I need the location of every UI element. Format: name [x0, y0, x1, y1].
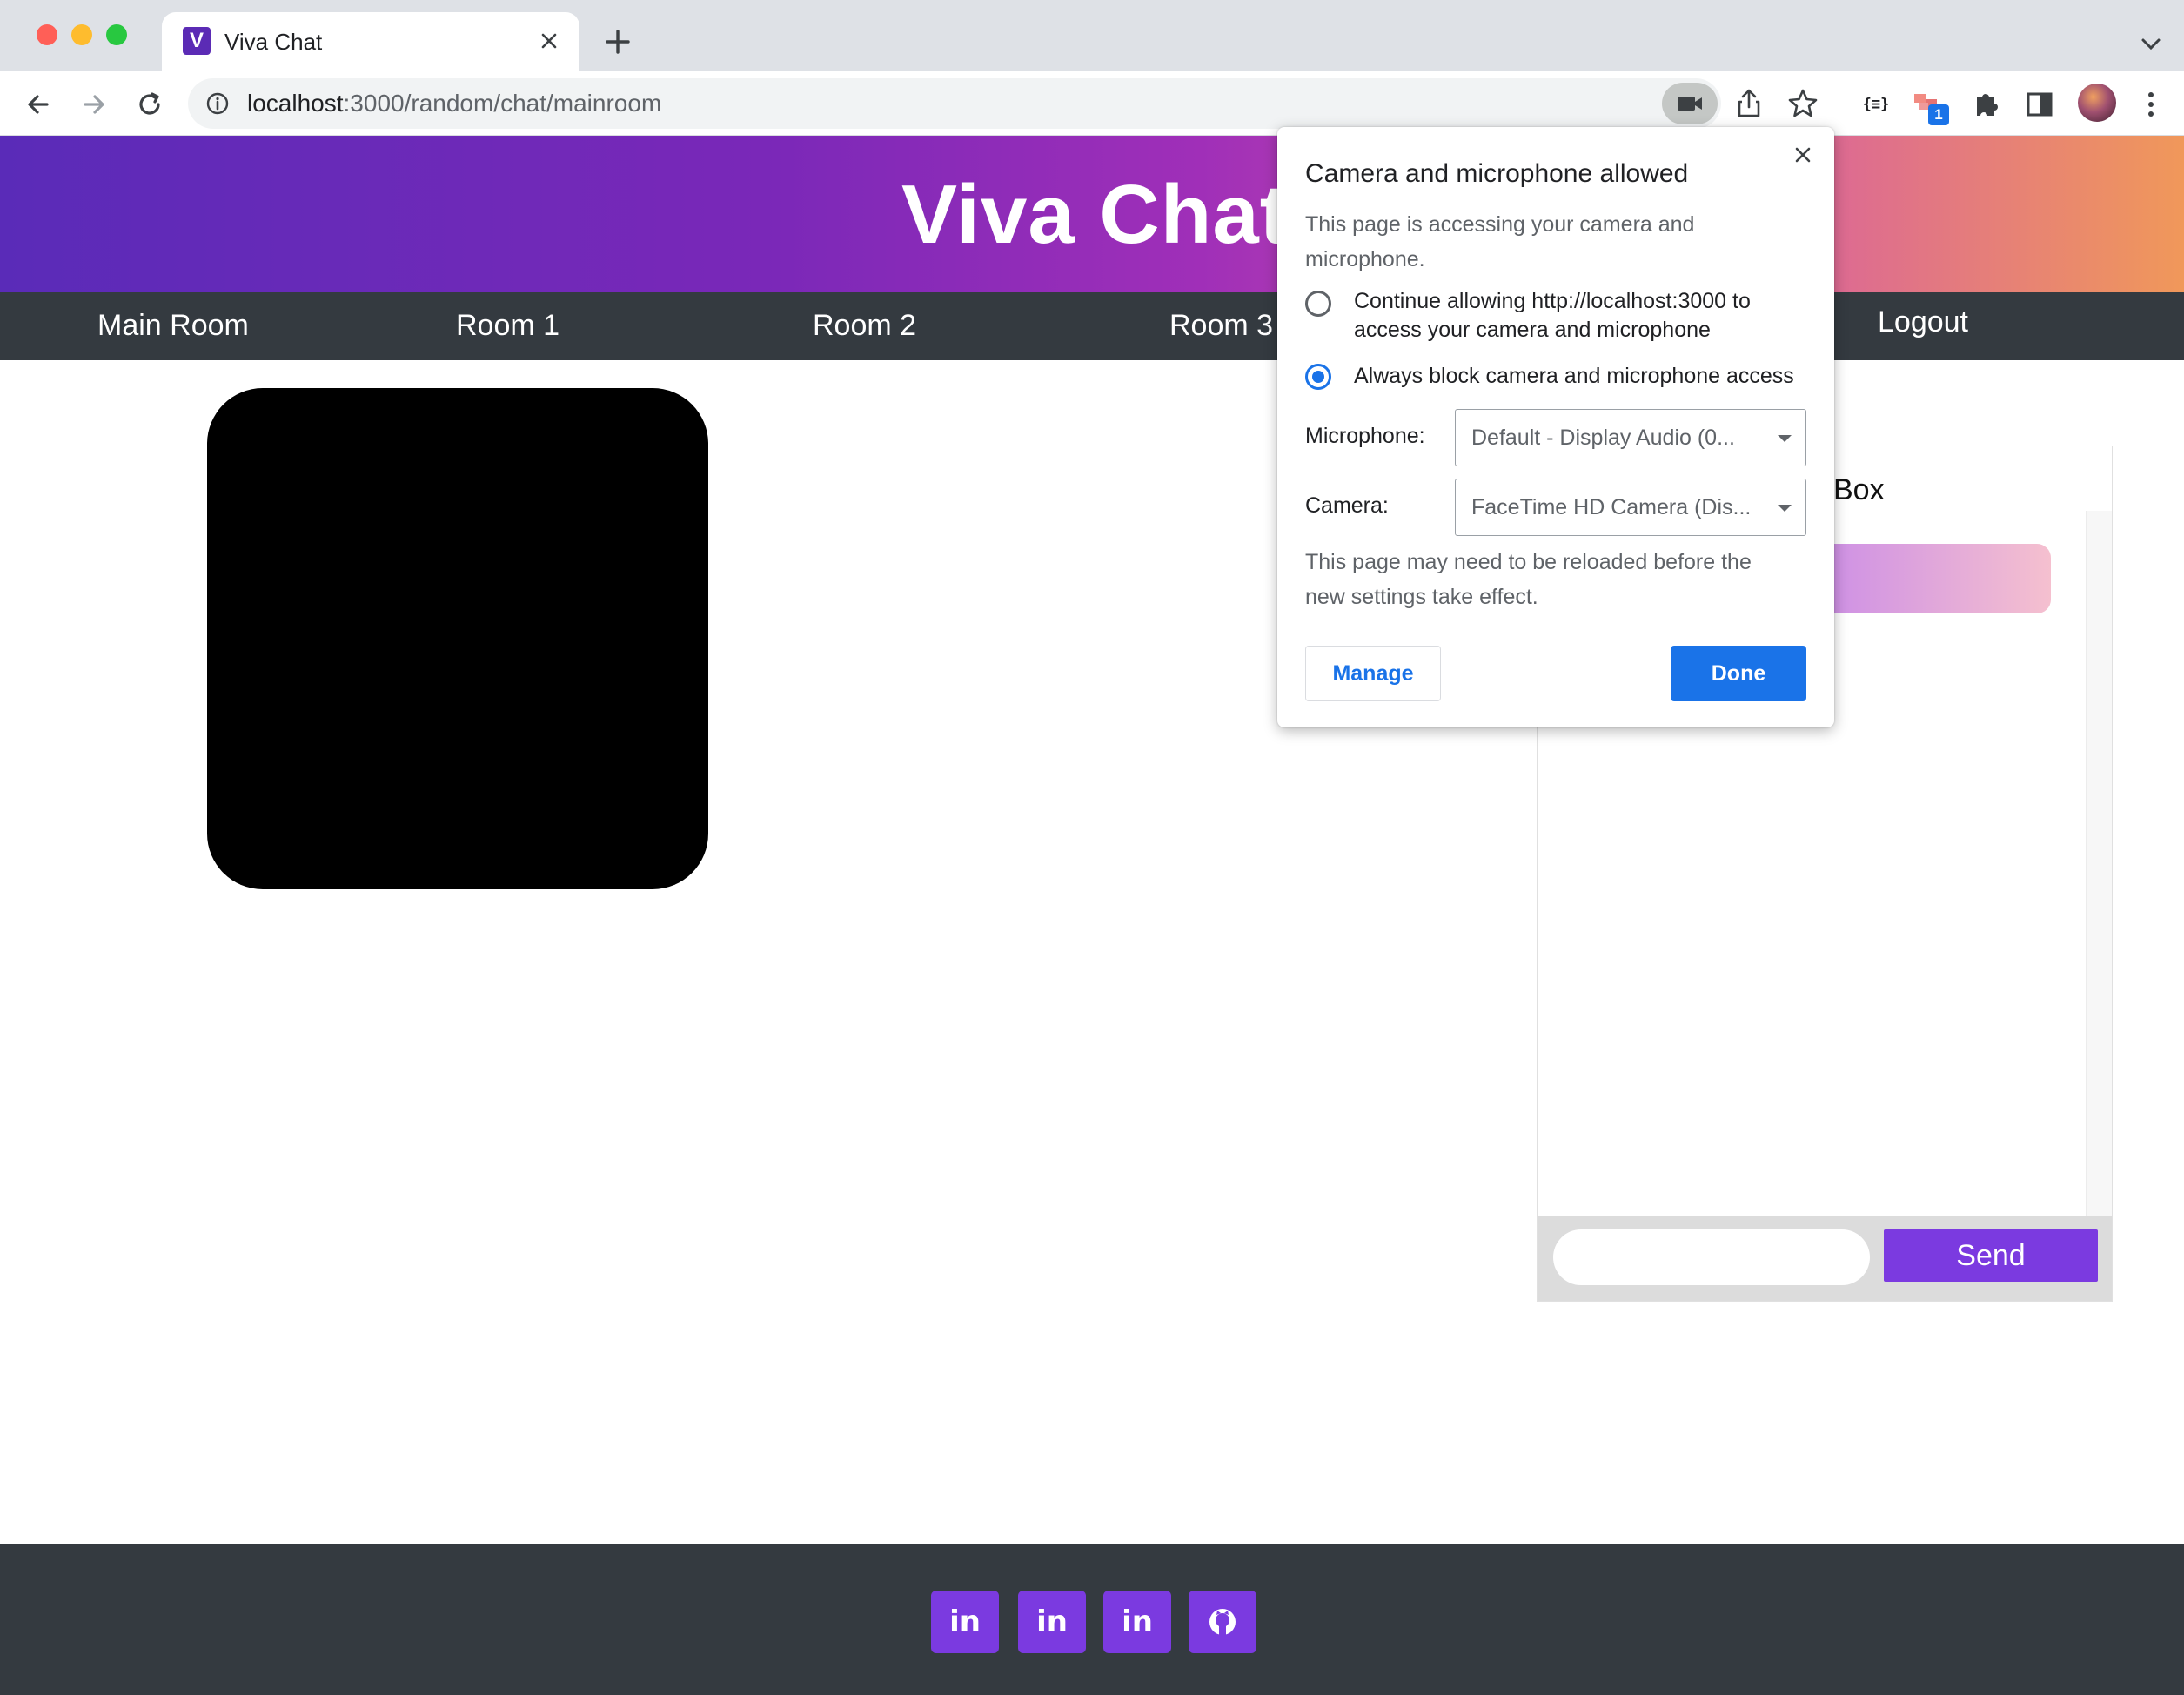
camera-select[interactable]: FaceTime HD Camera (Dis...	[1455, 479, 1806, 536]
close-window-button[interactable]	[37, 24, 57, 45]
favicon-icon: V	[183, 27, 211, 55]
chat-footer: Send	[1538, 1216, 2112, 1301]
site-footer: in in in	[0, 1544, 2184, 1695]
profile-avatar[interactable]	[2078, 84, 2116, 122]
back-icon[interactable]	[21, 87, 56, 122]
popup-title: Camera and microphone allowed	[1305, 159, 1689, 188]
chat-message-input[interactable]	[1553, 1229, 1870, 1285]
block-radio-label[interactable]: Always block camera and microphone acces…	[1354, 362, 1806, 391]
site-header: Viva Chat	[0, 136, 2184, 292]
minimize-window-button[interactable]	[71, 24, 92, 45]
close-icon[interactable]	[1787, 139, 1819, 171]
camera-label: Camera:	[1305, 493, 1389, 518]
camera-permission-popup: Camera and microphone allowed This page …	[1277, 127, 1834, 727]
room-nav: Main Room Room 1 Room 2 Room 3 Logout	[0, 292, 2184, 360]
bookmark-star-icon[interactable]	[1785, 86, 1820, 121]
allow-radio[interactable]	[1305, 291, 1331, 317]
chat-message: lo	[1799, 544, 2051, 613]
linkedin-icon[interactable]: in	[931, 1591, 999, 1653]
github-glyph	[1209, 1609, 1236, 1635]
send-button[interactable]: Send	[1884, 1229, 2098, 1282]
page-title: Viva Chat	[901, 168, 1289, 261]
reload-note: This page may need to be reloaded before…	[1305, 550, 1752, 609]
allow-radio-label[interactable]: Continue allowing http://localhost:3000 …	[1354, 287, 1806, 345]
manage-button[interactable]: Manage	[1305, 646, 1441, 701]
chevron-down-icon[interactable]	[2137, 30, 2165, 57]
nav-room-2[interactable]: Room 2	[813, 308, 916, 343]
dropdown-caret-icon	[1778, 435, 1792, 442]
browser-tab[interactable]: V Viva Chat	[162, 12, 579, 71]
block-radio[interactable]	[1305, 364, 1331, 390]
address-bar[interactable]: localhost:3000/random/chat/mainroom	[188, 78, 1818, 129]
site-info-icon[interactable]	[205, 91, 230, 116]
camera-permission-button[interactable]	[1662, 83, 1718, 124]
chat-scrollbar[interactable]	[2086, 511, 2112, 1216]
video-feed	[207, 388, 708, 889]
forward-icon[interactable]	[77, 87, 111, 122]
dropdown-caret-icon	[1778, 505, 1792, 512]
puzzle-extensions-icon[interactable]	[1968, 87, 2003, 122]
share-icon[interactable]	[1732, 86, 1766, 121]
nav-room-1[interactable]: Room 1	[456, 308, 559, 343]
popup-description: This page is accessing your camera and m…	[1305, 212, 1695, 271]
tab-strip: V Viva Chat	[0, 0, 2184, 71]
json-extension-icon[interactable]: {≡}	[1857, 90, 1895, 118]
done-button[interactable]: Done	[1671, 646, 1806, 701]
chat-title: Box	[1833, 473, 1885, 506]
nav-room-3[interactable]: Room 3	[1169, 308, 1273, 343]
logout-link[interactable]: Logout	[1878, 305, 1968, 339]
browser-toolbar: localhost:3000/random/chat/mainroom {≡}	[0, 71, 2184, 136]
close-tab-icon[interactable]	[536, 28, 562, 54]
github-icon[interactable]	[1189, 1591, 1256, 1653]
linkedin-icon[interactable]: in	[1103, 1591, 1171, 1653]
microphone-label: Microphone:	[1305, 424, 1425, 448]
new-tab-icon[interactable]	[600, 24, 635, 59]
linkedin-icon[interactable]: in	[1018, 1591, 1086, 1653]
microphone-select-value: Default - Display Audio (0...	[1471, 425, 1735, 450]
zoom-window-button[interactable]	[106, 24, 127, 45]
microphone-select[interactable]: Default - Display Audio (0...	[1455, 409, 1806, 466]
camera-select-value: FaceTime HD Camera (Dis...	[1471, 495, 1752, 519]
reload-icon[interactable]	[132, 87, 167, 122]
nav-main-room[interactable]: Main Room	[97, 308, 249, 343]
url-text: localhost:3000/random/chat/mainroom	[247, 90, 662, 117]
more-menu-icon[interactable]	[2134, 87, 2168, 122]
video-camera-icon	[1678, 97, 1702, 111]
extension-badge: 1	[1928, 104, 1949, 125]
tab-title: Viva Chat	[224, 29, 323, 55]
side-panel-icon[interactable]	[2022, 87, 2057, 122]
